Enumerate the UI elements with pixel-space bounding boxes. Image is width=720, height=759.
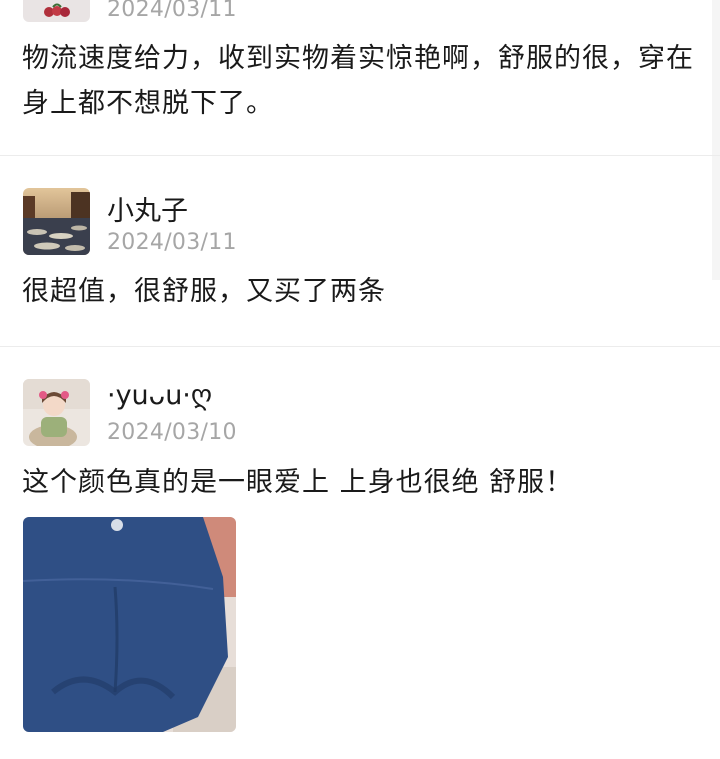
review-text: 物流速度给力，收到实物着实惊艳啊，舒服的很，穿在身上都不想脱下了。 [22, 43, 694, 119]
reviewer-name[interactable]: 小丸子 [107, 189, 188, 228]
review-text: 很超值，很舒服，又买了两条 [22, 276, 386, 307]
avatar[interactable] [23, 379, 90, 446]
review-text: 这个颜色真的是一眼爱上 上身也很绝 舒服！ [22, 467, 574, 498]
review-photo[interactable]: lululemon [23, 517, 236, 732]
avatar[interactable] [23, 188, 90, 255]
divider [0, 155, 720, 156]
review-date: 2024/03/10 [107, 420, 237, 445]
scrollbar-track[interactable] [712, 0, 720, 280]
divider [0, 346, 720, 347]
review-date: 2024/03/11 [107, 0, 237, 22]
review-date: 2024/03/11 [107, 230, 237, 255]
reviewer-name[interactable]: ·yuᴗu·ღ [107, 380, 212, 411]
avatar[interactable] [23, 0, 90, 22]
